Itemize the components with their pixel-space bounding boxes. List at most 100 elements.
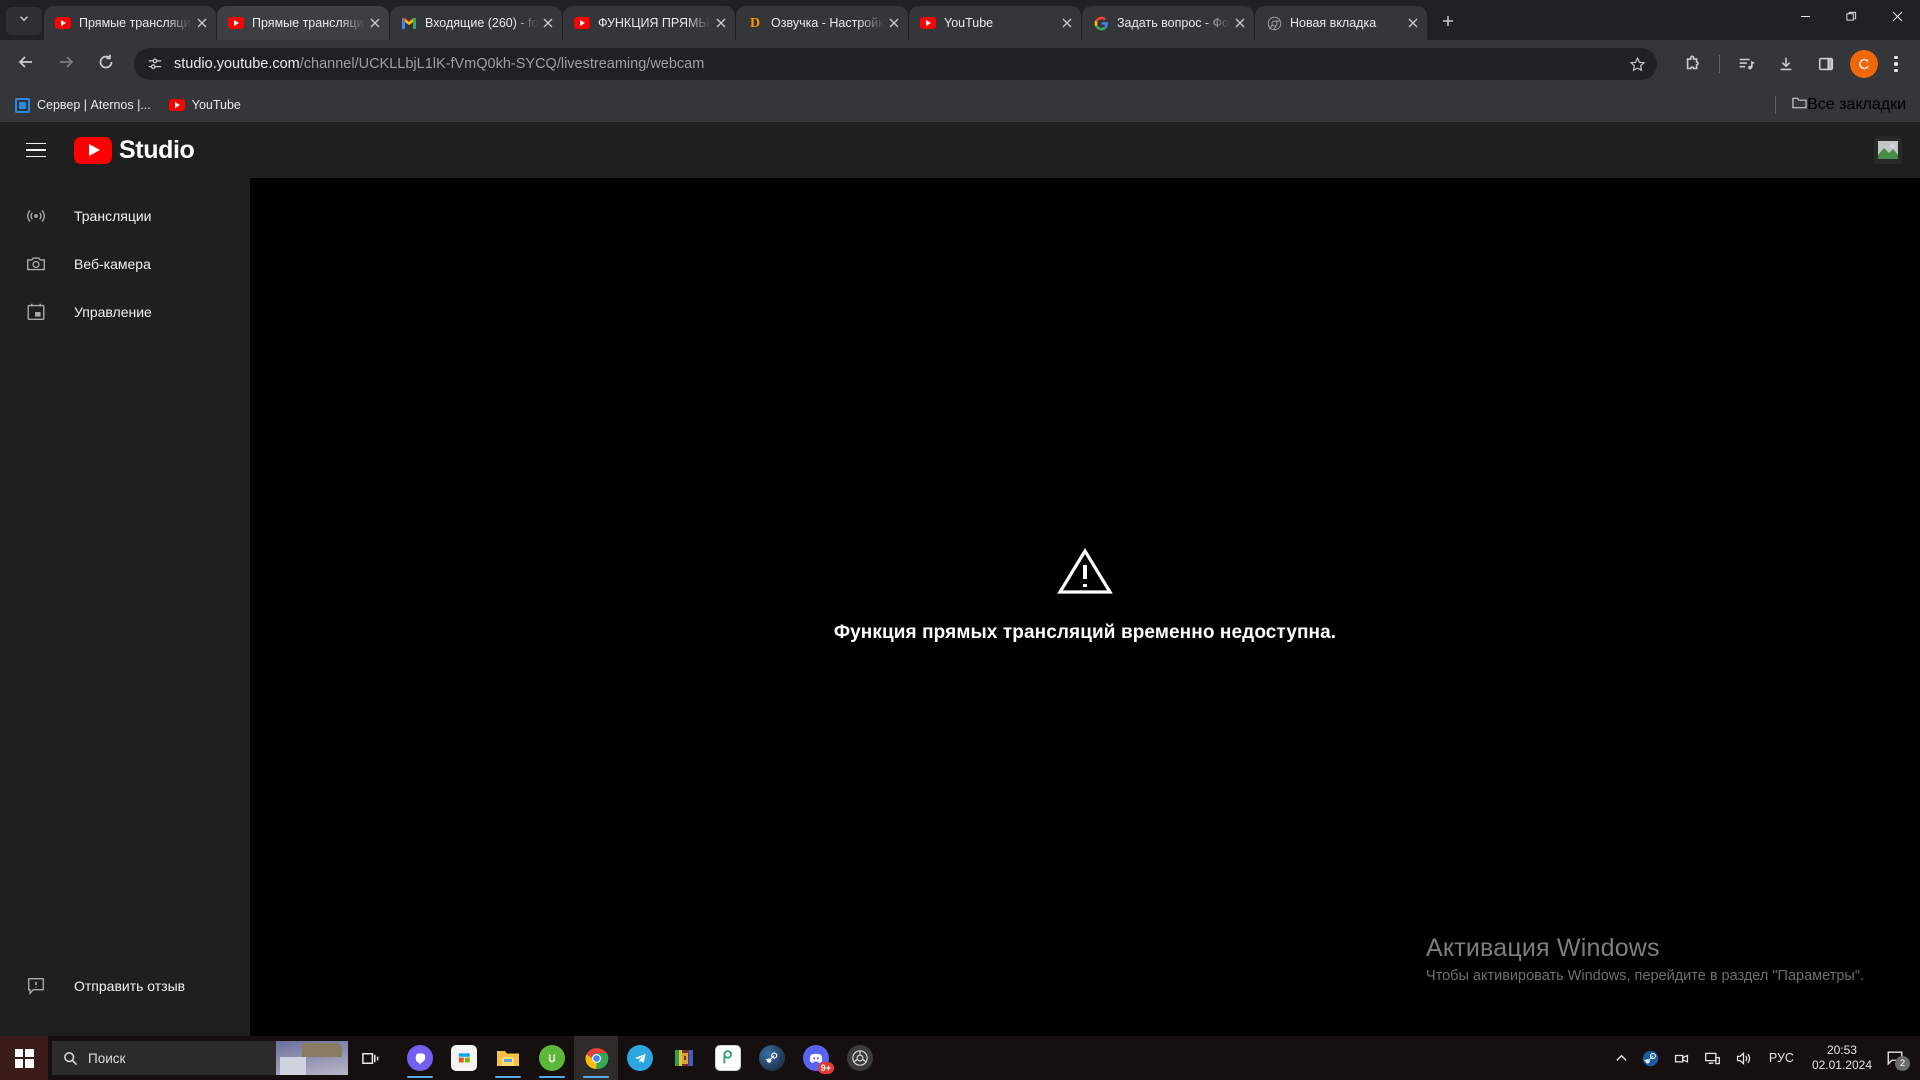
bookmark-label: Сервер | Aternos |...: [37, 98, 151, 112]
taskbar-app-microsoft-store[interactable]: [442, 1036, 486, 1080]
notifications-icon[interactable]: 2: [1880, 1036, 1914, 1080]
browser-window: Прямые трансляции - Yo Прямые трансляции…: [0, 0, 1920, 1080]
tab-list: Прямые трансляции - Yo Прямые трансляции…: [44, 0, 1782, 40]
studio-content-area: Функция прямых трансляций временно недос…: [250, 178, 1920, 1036]
close-icon[interactable]: [884, 13, 904, 33]
browser-tab[interactable]: Прямые трансляции - Yo: [44, 6, 216, 40]
site-settings-icon[interactable]: [146, 55, 164, 73]
system-tray: РУС 20:53 02.01.2024 2: [1608, 1036, 1920, 1080]
profile-avatar[interactable]: C: [1850, 50, 1878, 78]
warning-triangle-icon: [1057, 546, 1113, 596]
close-icon[interactable]: [711, 13, 731, 33]
back-arrow-icon: [17, 53, 35, 76]
side-panel-icon[interactable]: [1808, 46, 1844, 82]
url-path: /channel/UCKLLbjL1lK-fVmQ0kh-SYCQ/livest…: [299, 56, 705, 72]
account-avatar[interactable]: [1874, 136, 1902, 164]
bookmarks-divider: [1775, 96, 1777, 114]
sidebar-item-broadcasts[interactable]: Трансляции: [0, 192, 250, 240]
tab-title: Входящие (260) - fominv: [425, 16, 538, 30]
volume-icon[interactable]: [1728, 1036, 1759, 1080]
browser-tab[interactable]: D Озвучка - Настройки дон: [736, 6, 908, 40]
youtube-icon: [574, 15, 590, 31]
taskbar-app-steam[interactable]: [750, 1036, 794, 1080]
taskbar-app-discord[interactable]: 9+: [794, 1036, 838, 1080]
tab-title: YouTube: [944, 16, 994, 30]
steam-tray-icon[interactable]: [1635, 1036, 1666, 1080]
restore-button[interactable]: [1828, 0, 1874, 32]
browser-tab-active[interactable]: Прямые трансляции - Yo: [217, 6, 389, 40]
tab-title: Задать вопрос - Форум -: [1117, 16, 1230, 30]
send-feedback-button[interactable]: Отправить отзыв: [0, 966, 185, 1006]
discord-badge: 9+: [817, 1062, 834, 1074]
close-icon[interactable]: [192, 13, 212, 33]
close-icon[interactable]: [1403, 13, 1423, 33]
new-tab-button[interactable]: [1434, 7, 1462, 35]
language-indicator[interactable]: РУС: [1759, 1051, 1804, 1065]
tab-strip: Прямые трансляции - Yo Прямые трансляции…: [0, 0, 1920, 40]
three-dot-menu-icon[interactable]: [1882, 50, 1910, 78]
running-indicator: [539, 1075, 565, 1078]
youtube-studio-page: Studio Трансляции Веб-камера Управление …: [0, 122, 1920, 1036]
manage-icon: [24, 300, 48, 324]
obs-tray-icon[interactable]: [1666, 1036, 1697, 1080]
close-button[interactable]: [1874, 0, 1920, 32]
sidebar-item-label: Управление: [74, 304, 152, 320]
bookmark-item[interactable]: YouTube: [161, 92, 249, 118]
extensions-puzzle-icon[interactable]: [1675, 46, 1711, 82]
close-icon[interactable]: [1057, 13, 1077, 33]
studio-logo[interactable]: Studio: [74, 136, 195, 165]
send-feedback-label: Отправить отзыв: [74, 978, 186, 994]
search-input[interactable]: Поиск: [52, 1041, 348, 1075]
taskbar-app-utorrent[interactable]: [530, 1036, 574, 1080]
reload-button[interactable]: [88, 46, 124, 82]
studio-header-actions: [1874, 136, 1920, 164]
bookmark-star-icon[interactable]: [1623, 50, 1651, 78]
tab-search-button[interactable]: [6, 7, 42, 35]
tray-expand-icon[interactable]: [1608, 1036, 1635, 1080]
bookmark-item[interactable]: Сервер | Aternos |...: [6, 92, 159, 118]
toolbar-actions: C: [1667, 46, 1920, 82]
all-bookmarks-button[interactable]: Все закладки: [1784, 92, 1914, 118]
taskbar-app-file-explorer[interactable]: [486, 1036, 530, 1080]
browser-tab[interactable]: Входящие (260) - fominv: [390, 6, 562, 40]
notification-count: 2: [1895, 1056, 1910, 1071]
taskbar-app-paint-net[interactable]: [706, 1036, 750, 1080]
browser-tab[interactable]: Задать вопрос - Форум -: [1082, 6, 1254, 40]
back-button[interactable]: [8, 46, 44, 82]
taskbar-app-obs-studio[interactable]: [838, 1036, 882, 1080]
tab-title: Озвучка - Настройки дон: [771, 16, 884, 30]
gmail-icon: [401, 15, 417, 31]
all-bookmarks-label: Все закладки: [1807, 96, 1906, 113]
youtube-icon: [920, 15, 936, 31]
address-bar[interactable]: studio.youtube.com/channel/UCKLLbjL1lK-f…: [134, 48, 1657, 80]
clock[interactable]: 20:53 02.01.2024: [1804, 1043, 1880, 1073]
feedback-icon: [24, 974, 48, 998]
search-thumbnail-image: [276, 1041, 348, 1075]
close-icon[interactable]: [538, 13, 558, 33]
taskbar-app-telegram[interactable]: [618, 1036, 662, 1080]
task-view-icon[interactable]: [348, 1036, 392, 1080]
close-icon[interactable]: [365, 13, 385, 33]
browser-tab[interactable]: Новая вкладка: [1255, 6, 1427, 40]
network-icon[interactable]: [1697, 1036, 1728, 1080]
downloads-icon[interactable]: [1768, 46, 1804, 82]
running-indicator: [583, 1075, 609, 1078]
close-icon[interactable]: [1230, 13, 1250, 33]
watermark-subtitle: Чтобы активировать Windows, перейдите в …: [1425, 968, 1864, 984]
taskbar-app-winrar[interactable]: [662, 1036, 706, 1080]
sidebar-item-manage[interactable]: Управление: [0, 288, 250, 336]
hamburger-menu-icon[interactable]: [16, 130, 56, 170]
sidebar-item-webcam[interactable]: Веб-камера: [0, 240, 250, 288]
minimize-button[interactable]: [1782, 0, 1828, 32]
browser-tab[interactable]: YouTube: [909, 6, 1081, 40]
taskbar-app-google-chrome[interactable]: [574, 1036, 618, 1080]
taskbar-app-viber[interactable]: [398, 1036, 442, 1080]
browser-tab[interactable]: ФУНКЦИЯ ПРЯМЫХ ТРАН: [563, 6, 735, 40]
dzen-icon: D: [749, 15, 761, 31]
forward-button[interactable]: [48, 46, 84, 82]
windows-start-icon[interactable]: [0, 1036, 48, 1080]
media-control-icon[interactable]: [1728, 46, 1764, 82]
steam-icon: [759, 1045, 785, 1071]
paint-net-icon: [715, 1045, 741, 1071]
watermark-title: Активация Windows: [1425, 934, 1660, 962]
